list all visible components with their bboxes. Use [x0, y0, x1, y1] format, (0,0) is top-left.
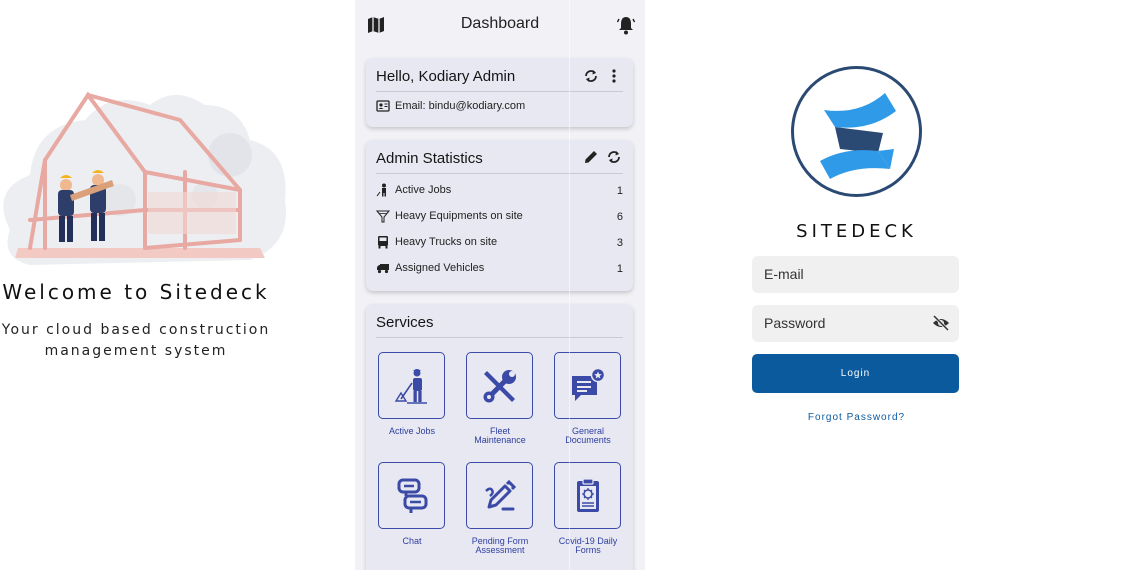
service-covid-19-daily-forms[interactable]: Covid-19 Daily Forms [542, 462, 622, 562]
worker-icon [376, 183, 386, 197]
greeting-text: Hello, Kodiary Admin [376, 68, 516, 85]
profile-card: Hello, Kodiary Admin Email: bindu@kodiar… [366, 58, 633, 127]
service-label-line1: Chat [402, 536, 422, 546]
password-placeholder: Password [764, 315, 826, 331]
construction-workers-illustration [3, 91, 286, 265]
stat-label: Heavy Equipments on site [395, 210, 523, 222]
stat-row-active-jobs[interactable]: Active Jobs 1 [376, 180, 623, 200]
stat-value: 1 [616, 185, 623, 197]
stat-value: 3 [616, 237, 623, 249]
tools-icon [483, 370, 516, 403]
service-tile[interactable] [554, 352, 621, 419]
welcome-title: Welcome to Sitedeck [2, 280, 270, 304]
stat-label: Active Jobs [395, 184, 452, 196]
services-title: Services [376, 314, 434, 331]
stat-value: 1 [616, 263, 623, 275]
edit-icon[interactable] [583, 149, 599, 165]
service-label: Covid-19 Daily Forms [548, 537, 628, 555]
stat-row-heavy-equipments[interactable]: Heavy Equipments on site 6 [376, 206, 623, 226]
chat-icon [397, 478, 428, 513]
stat-label: Heavy Trucks on site [395, 236, 498, 248]
service-general-documents[interactable]: General Documents [542, 352, 622, 452]
divider [376, 173, 623, 174]
pen-icon [485, 479, 517, 511]
bell-icon[interactable] [617, 15, 635, 35]
eye-off-icon[interactable] [932, 315, 950, 331]
funnel-icon [376, 210, 390, 223]
brand-title: SITEDECK [796, 221, 917, 242]
service-label: Pending Form Assessment [460, 537, 540, 555]
password-field[interactable]: Password [752, 305, 959, 342]
dashboard-screen: Dashboard Hello, Kodiary Admin Email: bi… [355, 0, 645, 570]
service-tile[interactable] [378, 462, 445, 529]
service-chat[interactable]: Chat [366, 462, 446, 562]
service-fleet-maintenance[interactable]: Fleet Maintenance [454, 352, 534, 452]
welcome-screen: Welcome to Sitedeck Your cloud based con… [0, 0, 292, 570]
service-label: General Documents [548, 427, 628, 445]
more-vert-icon[interactable] [606, 68, 622, 84]
service-label-line2: Forms [575, 545, 601, 555]
service-tile[interactable] [466, 462, 533, 529]
truck-side-icon [377, 264, 389, 274]
service-label-line1: Active Jobs [388, 426, 436, 436]
email-text: Email: bindu@kodiary.com [395, 100, 526, 112]
stat-row-heavy-trucks[interactable]: Heavy Trucks on site 3 [376, 232, 623, 252]
contact-card-icon [376, 100, 390, 112]
document-badge-icon [572, 367, 606, 401]
guide-line [569, 0, 570, 570]
stats-title: Admin Statistics [376, 150, 483, 167]
email-field[interactable]: E-mail [752, 256, 959, 293]
service-label-line2: Assessment [475, 545, 525, 555]
services-card: Services Active Jobs Fleet Maintenance G… [366, 304, 633, 570]
refresh-icon[interactable] [606, 149, 622, 165]
truck-front-icon [378, 236, 388, 249]
service-active-jobs[interactable]: Active Jobs [366, 352, 446, 452]
login-screen: SITEDECK E-mail Password Login Forgot Pa… [708, 0, 1005, 570]
admin-statistics-card: Admin Statistics Active Jobs 1 Heavy Equ… [366, 140, 633, 291]
email-placeholder: E-mail [764, 266, 804, 282]
clipboard-virus-icon [577, 478, 599, 512]
service-label: Chat [372, 537, 452, 546]
page-title: Dashboard [460, 15, 540, 32]
stat-label: Assigned Vehicles [395, 262, 485, 274]
service-pending-form-assessment[interactable]: Pending Form Assessment [454, 462, 534, 562]
worker-icon [394, 369, 427, 404]
welcome-subtitle-line1: Your cloud based construction [1, 322, 271, 338]
stat-value: 6 [616, 211, 623, 223]
app-bar: Dashboard [355, 0, 645, 50]
service-tile[interactable] [554, 462, 621, 529]
forgot-password-link[interactable]: Forgot Password? [708, 412, 1005, 423]
login-button[interactable]: Login [752, 354, 959, 393]
refresh-icon[interactable] [583, 68, 599, 84]
divider [376, 91, 623, 92]
service-tile[interactable] [378, 352, 445, 419]
welcome-subtitle-line2: management system [44, 343, 228, 359]
welcome-subtitle: Your cloud based construction management… [0, 320, 278, 362]
service-label: Active Jobs [372, 427, 452, 436]
sitedeck-logo-icon [791, 66, 922, 197]
service-label: Fleet Maintenance [460, 427, 540, 445]
stat-row-assigned-vehicles[interactable]: Assigned Vehicles 1 [376, 258, 623, 278]
service-tile[interactable] [466, 352, 533, 419]
divider [376, 337, 623, 338]
service-label-line2: Documents [565, 435, 611, 445]
service-label-line2: Maintenance [474, 435, 526, 445]
